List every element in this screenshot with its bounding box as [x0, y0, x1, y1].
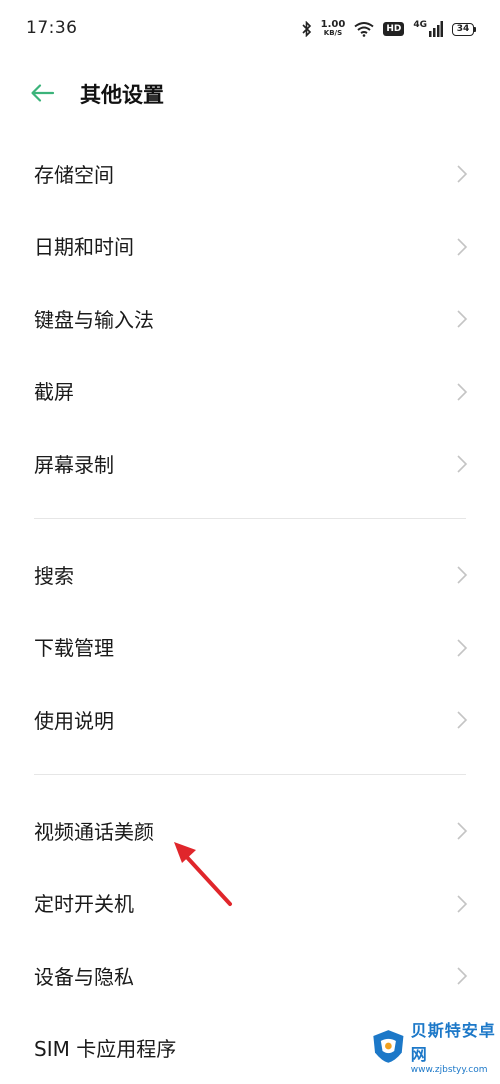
chevron-right-icon — [457, 237, 468, 256]
list-item-keyboard-input[interactable]: 键盘与输入法 — [0, 282, 500, 355]
network-speed: 1.00 KB/S — [320, 19, 346, 38]
section-divider — [0, 500, 500, 539]
watermark-name: 贝斯特安卓网 — [410, 1021, 496, 1064]
chevron-right-icon — [457, 822, 468, 840]
list-item-screenshot[interactable]: 截屏 — [0, 355, 500, 428]
list-item-scheduled-power[interactable]: 定时开关机 — [0, 867, 500, 940]
list-item-label: 屏幕录制 — [34, 452, 114, 477]
chevron-right-icon — [457, 894, 468, 913]
list-item-label: 存储空间 — [34, 162, 114, 187]
list-item-download-manager[interactable]: 下载管理 — [0, 611, 500, 684]
section-divider — [0, 756, 500, 795]
list-item-device-privacy[interactable]: 设备与隐私 — [0, 939, 500, 1012]
list-item-storage[interactable]: 存储空间 — [0, 137, 500, 210]
app-header: 其他设置 — [0, 68, 500, 120]
chevron-right-icon — [457, 638, 468, 657]
battery-level: 34 — [452, 22, 474, 36]
list-item-label: 下载管理 — [34, 636, 114, 661]
chevron-right-icon — [457, 382, 468, 401]
list-item-label: 设备与隐私 — [34, 964, 134, 989]
settings-list: 存储空间 日期和时间 键盘与输入法 截屏 屏幕录制 搜索 下载管理 使用说明 视… — [0, 137, 500, 1084]
list-item-label: 键盘与输入法 — [34, 307, 154, 332]
chevron-right-icon — [457, 566, 468, 584]
site-logo-icon — [373, 1030, 404, 1063]
chevron-right-icon — [457, 310, 468, 328]
status-icons: 1.00 KB/S HD 4G 34 — [302, 17, 476, 41]
page-title: 其他设置 — [80, 83, 164, 107]
list-item-label: 日期和时间 — [34, 235, 134, 260]
signal-icon: 4G — [413, 21, 443, 37]
watermark-logo: 贝斯特安卓网 www.zjbstyy.com — [370, 1014, 496, 1078]
back-button[interactable] — [28, 78, 58, 108]
chevron-right-icon — [457, 711, 468, 729]
battery-icon: 34 — [452, 22, 476, 36]
list-item-date-time[interactable]: 日期和时间 — [0, 210, 500, 283]
chevron-right-icon — [457, 165, 468, 183]
list-item-label: 截屏 — [34, 380, 74, 405]
list-item-screen-recording[interactable]: 屏幕录制 — [0, 427, 500, 500]
list-item-search[interactable]: 搜索 — [0, 538, 500, 611]
list-item-label: 定时开关机 — [34, 892, 134, 917]
list-item-video-call-beauty[interactable]: 视频通话美颜 — [0, 794, 500, 867]
list-item-user-guide[interactable]: 使用说明 — [0, 683, 500, 756]
chevron-right-icon — [457, 967, 468, 985]
wifi-icon — [354, 22, 374, 37]
hd-badge: HD — [383, 22, 405, 36]
list-item-label: 使用说明 — [34, 708, 114, 733]
bluetooth-icon — [302, 21, 311, 37]
watermark-url: www.zjbstyy.com — [410, 1065, 488, 1075]
list-item-label: 视频通话美颜 — [34, 819, 154, 844]
list-item-label: 搜索 — [34, 563, 74, 588]
status-bar: 17:36 1.00 KB/S HD 4G 34 — [0, 0, 500, 60]
arrow-left-icon — [31, 84, 55, 102]
status-time: 17:36 — [26, 18, 78, 38]
chevron-right-icon — [457, 455, 468, 473]
list-item-label: SIM 卡应用程序 — [34, 1037, 177, 1062]
